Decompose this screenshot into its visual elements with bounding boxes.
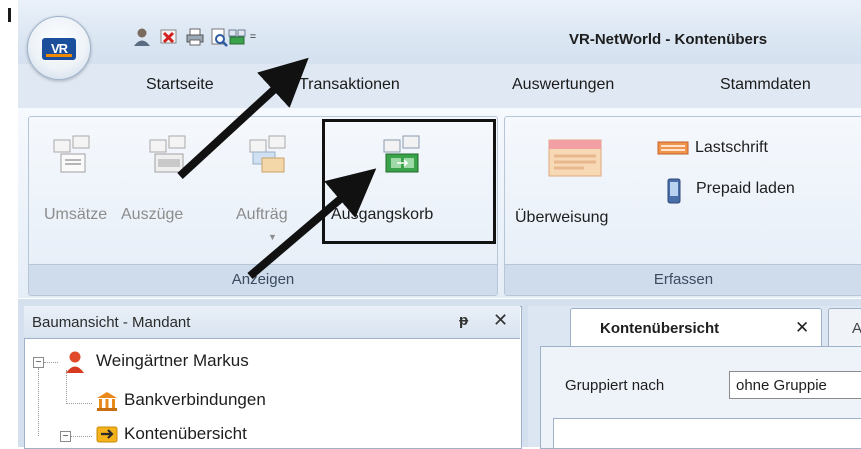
user-icon — [134, 28, 150, 46]
umsaetze-icon — [52, 132, 92, 178]
tree-panel-title: Baumansicht - Mandant — [32, 314, 191, 331]
qa-user-button[interactable] — [131, 26, 153, 48]
tab-close-icon[interactable]: ✕ — [795, 318, 809, 338]
group-by-select[interactable]: ohne Gruppie — [729, 371, 861, 399]
tree-item-mandant[interactable]: Weingärtner Markus — [96, 351, 249, 371]
group-by-label: Gruppiert nach — [565, 377, 665, 394]
prepaid-laden-label: Prepaid laden — [696, 180, 795, 197]
bank-icon — [96, 390, 118, 417]
qa-print-button[interactable] — [184, 26, 206, 48]
lastschrift-label: Lastschrift — [695, 139, 768, 156]
auftraege-label: Aufträg — [236, 206, 288, 223]
tree-connector-line — [38, 368, 39, 436]
window-corner-mark — [8, 8, 11, 22]
auftraege-icon — [248, 132, 288, 178]
application-button[interactable]: VR — [27, 16, 91, 80]
tab-kontenuebersicht-label: Kontenübersicht — [600, 320, 720, 337]
outbox-icon — [228, 29, 246, 45]
prepaid-phone-icon — [667, 178, 681, 204]
tab-startseite[interactable]: Startseite — [146, 76, 214, 94]
qa-outbox-button[interactable] — [226, 26, 248, 48]
auszuege-icon — [148, 132, 188, 178]
lastschrift-icon — [657, 141, 689, 155]
tree-connector-line — [44, 362, 58, 363]
auftraege-dropdown-icon: ▼ — [268, 232, 277, 242]
tree-expander-mandant[interactable]: − — [33, 357, 44, 368]
tab-second-label: A — [852, 320, 861, 337]
window-title: VR-NetWorld - Kontenübers — [569, 31, 768, 48]
qa-customize-dropdown[interactable]: = — [247, 26, 259, 48]
tree-connector-line — [66, 403, 92, 404]
tree-expander-kontenuebersicht[interactable]: − — [60, 431, 71, 442]
tab-stammdaten[interactable]: Stammdaten — [720, 76, 811, 94]
tree-panel-close-icon[interactable]: ✕ — [493, 310, 508, 331]
accounts-grid — [553, 418, 861, 449]
ueberweisung-label: Überweisung — [515, 209, 609, 226]
print-icon — [186, 28, 204, 46]
kontenuebersicht-icon — [96, 424, 118, 449]
group-erfassen-label: Erfassen — [505, 264, 861, 295]
tab-transaktionen[interactable]: Transaktionen — [299, 76, 400, 94]
tree-item-kontenuebersicht[interactable]: Kontenübersicht — [124, 424, 247, 444]
tree-item-bankverbindungen[interactable]: Bankverbindungen — [124, 390, 266, 410]
person-icon — [64, 350, 86, 379]
umsaetze-label: Umsätze — [44, 206, 108, 223]
prepaid-laden-button[interactable]: Prepaid laden — [666, 178, 795, 204]
group-anzeigen-label: Anzeigen — [29, 264, 497, 295]
tab-auswertungen[interactable]: Auswertungen — [512, 76, 614, 94]
lastschrift-button[interactable]: Lastschrift — [657, 139, 768, 157]
cancel-icon — [160, 29, 177, 44]
auszuege-label: Auszüge — [121, 206, 184, 223]
ueberweisung-icon — [548, 136, 602, 180]
pin-icon[interactable]: ᵽ — [459, 312, 468, 329]
qa-cancel-button[interactable] — [158, 26, 180, 48]
vr-logo-icon: VR — [42, 38, 76, 60]
annotation-highlight-box — [322, 119, 496, 244]
